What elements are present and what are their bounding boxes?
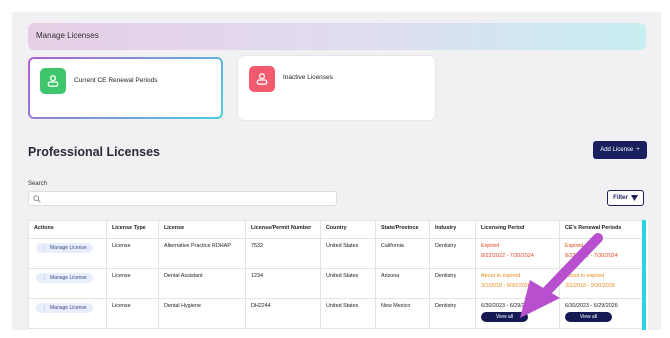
kebab-icon: ⋮ bbox=[42, 245, 47, 251]
column-header: License bbox=[158, 220, 246, 239]
kebab-icon: ⋮ bbox=[42, 275, 47, 281]
period-dates: 8/22/2022 - 7/30/2024 bbox=[565, 253, 618, 259]
column-header: CE's Renewal Periods bbox=[559, 220, 643, 239]
country-cell: United States bbox=[320, 238, 376, 269]
ce-renewal-cell: 6/30/2023 - 6/29/2026 View all bbox=[559, 298, 643, 329]
state-cell: California bbox=[375, 238, 430, 269]
view-all-button[interactable]: View all bbox=[481, 312, 528, 322]
table-row: ⋮ Manage License License Dental Hygiene D… bbox=[28, 298, 643, 329]
plus-icon: + bbox=[636, 147, 640, 153]
table-header-row: Actions License Type License License/Per… bbox=[28, 220, 643, 239]
search-label: Search bbox=[28, 181, 48, 187]
actions-cell: ⋮ Manage License bbox=[28, 298, 107, 329]
state-cell: New Mexico bbox=[375, 298, 430, 329]
license-number-cell: DH2244 bbox=[245, 298, 321, 329]
manage-license-button[interactable]: ⋮ Manage License bbox=[36, 243, 93, 253]
column-header: Actions bbox=[28, 220, 107, 239]
license-number-cell: 1234 bbox=[245, 268, 321, 299]
kebab-icon: ⋮ bbox=[42, 305, 47, 311]
search-input[interactable] bbox=[28, 191, 337, 206]
add-license-button[interactable]: Add License + bbox=[593, 141, 647, 159]
card-label: Current CE Renewal Periods bbox=[74, 77, 158, 84]
industry-cell: Dentistry bbox=[429, 238, 476, 269]
card-label: Inactive Licenses bbox=[283, 74, 333, 81]
licensing-period-cell: Expired 8/22/2022 - 7/30/2024 bbox=[475, 238, 560, 269]
section-title: Professional Licenses bbox=[28, 145, 161, 159]
manage-license-button[interactable]: ⋮ Manage License bbox=[36, 273, 93, 283]
page-header: Manage Licenses bbox=[28, 23, 646, 50]
status-text: About to expired bbox=[565, 273, 605, 279]
view-all-button[interactable]: View all bbox=[565, 312, 612, 322]
period-dates: 8/22/2022 - 7/30/2024 bbox=[481, 253, 534, 259]
license-cell: Alternative Practice RDHAP bbox=[158, 238, 246, 269]
column-header: License Type bbox=[106, 220, 159, 239]
status-text: About to expired bbox=[481, 273, 521, 279]
status-text: Expired bbox=[481, 243, 500, 249]
status-text: Expired bbox=[565, 243, 584, 249]
industry-cell: Dentistry bbox=[429, 298, 476, 329]
manage-license-label: Manage License bbox=[50, 245, 87, 251]
industry-cell: Dentistry bbox=[429, 268, 476, 299]
license-cell: Dental Hygiene bbox=[158, 298, 246, 329]
actions-cell: ⋮ Manage License bbox=[28, 238, 107, 269]
ce-renewal-cell: About to expired 3/1/2018 - 9/30/2026 bbox=[559, 268, 643, 299]
actions-cell: ⋮ Manage License bbox=[28, 268, 107, 299]
people-icon bbox=[40, 68, 66, 94]
app-frame: Manage Licenses Current CE Renewal Perio… bbox=[12, 12, 661, 330]
license-type-cell: License bbox=[106, 238, 159, 269]
column-header: State/Province bbox=[375, 220, 430, 239]
filter-label: Filter bbox=[613, 195, 628, 201]
period-dates: 6/30/2023 - 6/29/2026 bbox=[481, 303, 534, 309]
licensing-period-cell: 6/30/2023 - 6/29/2026 View all bbox=[475, 298, 560, 329]
licenses-table: Actions License Type License License/Per… bbox=[28, 220, 643, 329]
table-row: ⋮ Manage License License Alternative Prac… bbox=[28, 238, 643, 269]
license-cell: Dental Assistant bbox=[158, 268, 246, 299]
column-header: Industry bbox=[429, 220, 476, 239]
column-header: Country bbox=[320, 220, 376, 239]
licenses-table-container: Actions License Type License License/Per… bbox=[28, 220, 648, 330]
manage-license-button[interactable]: ⋮ Manage License bbox=[36, 303, 93, 313]
license-type-cell: License bbox=[106, 268, 159, 299]
country-cell: United States bbox=[320, 298, 376, 329]
period-dates: 3/1/2018 - 9/30/2026 bbox=[481, 283, 531, 289]
column-header: License/Permit Number bbox=[245, 220, 321, 239]
filter-button[interactable]: Filter bbox=[607, 190, 644, 206]
period-dates: 6/30/2023 - 6/29/2026 bbox=[565, 303, 618, 309]
ce-renewal-cell: Expired 8/22/2022 - 7/30/2024 bbox=[559, 238, 643, 269]
state-cell: Arizona bbox=[375, 268, 430, 299]
country-cell: United States bbox=[320, 268, 376, 299]
inactive-licenses-card[interactable]: Inactive Licenses bbox=[238, 56, 435, 120]
page-title: Manage Licenses bbox=[36, 31, 99, 40]
current-ce-renewal-card[interactable]: Current CE Renewal Periods bbox=[28, 57, 223, 119]
license-type-cell: License bbox=[106, 298, 159, 329]
manage-license-label: Manage License bbox=[50, 305, 87, 311]
licensing-period-cell: About to expired 3/1/2018 - 9/30/2026 bbox=[475, 268, 560, 299]
add-license-label: Add License bbox=[600, 147, 634, 153]
manage-license-label: Manage License bbox=[50, 275, 87, 281]
period-dates: 3/1/2018 - 9/30/2026 bbox=[565, 283, 615, 289]
license-number-cell: 7532 bbox=[245, 238, 321, 269]
filter-icon bbox=[630, 195, 638, 201]
people-icon bbox=[249, 66, 275, 92]
column-header: Licensing Period bbox=[475, 220, 560, 239]
scroll-edge-accent bbox=[642, 220, 646, 330]
table-row: ⋮ Manage License License Dental Assistant… bbox=[28, 268, 643, 299]
search-icon bbox=[33, 195, 41, 203]
